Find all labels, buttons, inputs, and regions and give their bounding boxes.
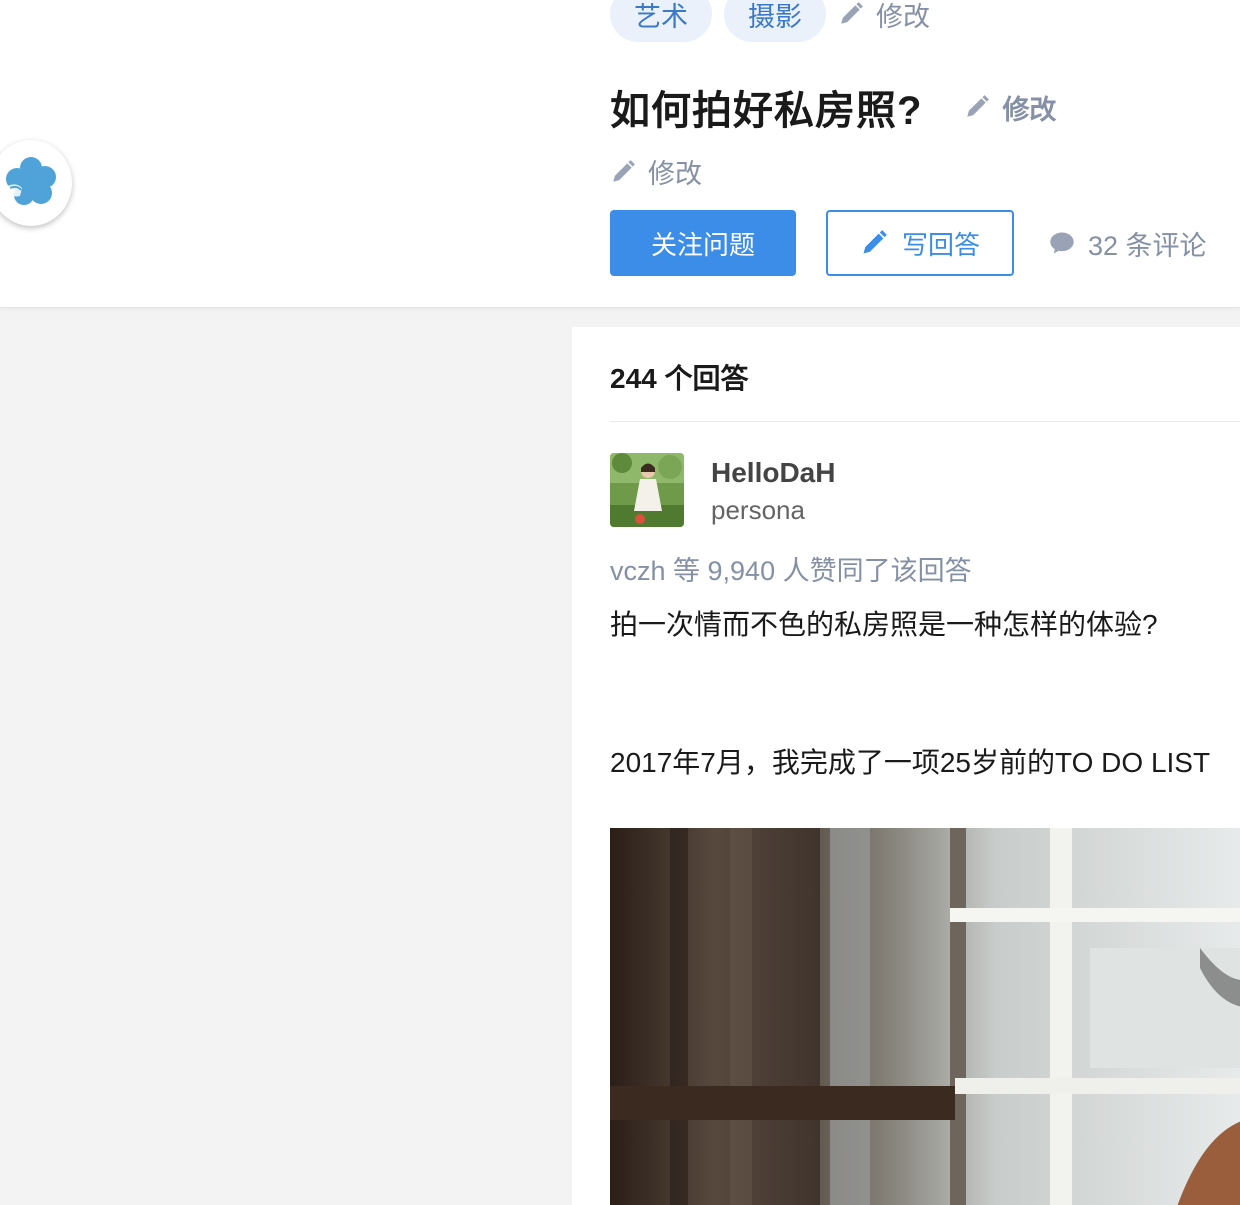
edit-detail-label: 修改 (648, 159, 702, 189)
topic-tag-photography[interactable]: 摄影 (724, 0, 826, 42)
comments-button[interactable]: 32 条评论 (1048, 224, 1207, 263)
site-logo[interactable] (0, 140, 72, 226)
edit-topics-label: 修改 (876, 1, 930, 32)
follow-question-button[interactable]: 关注问题 (610, 210, 796, 276)
write-answer-button[interactable]: 写回答 (826, 210, 1014, 276)
edit-title-label: 修改 (1002, 94, 1057, 125)
answer-photo-image (610, 828, 1240, 1205)
answer-paragraph: 2017年7月，我完成了一项25岁前的TO DO LIST (610, 747, 1211, 778)
pencil-icon (863, 230, 887, 254)
topic-list: 艺术 摄影 修改 (610, 0, 930, 42)
edit-detail-button[interactable]: 修改 (610, 152, 702, 191)
avatar-image (610, 453, 684, 527)
pencil-icon (841, 2, 863, 24)
author-name[interactable]: HelloDaH (711, 457, 835, 489)
answers-count: 244 个回答 (610, 363, 749, 394)
speech-bubble-icon (1050, 232, 1074, 254)
pencil-icon (967, 95, 990, 117)
write-answer-label: 写回答 (901, 229, 980, 260)
title-row: 如何拍好私房照? 修改 (610, 78, 1056, 136)
comments-label: 32 条评论 (1088, 230, 1207, 261)
answer-paragraph: 拍一次情而不色的私房照是一种怎样的体验? (610, 609, 1158, 640)
question-header: 艺术 摄影 修改 如何拍好私房照? 修改 修改 关注问题 写回答 32 条评论 (0, 0, 1240, 308)
flower-logo-icon (6, 157, 56, 205)
author-bio: persona (711, 495, 805, 525)
pencil-icon (613, 159, 635, 182)
edit-topics-button[interactable]: 修改 (838, 0, 930, 34)
author-avatar[interactable] (610, 453, 684, 527)
answers-card: 244 个回答 HelloDaH persona vczh 等 9,940 人赞… (572, 327, 1240, 1205)
edit-title-button[interactable]: 修改 (964, 88, 1056, 127)
answer-photo[interactable] (610, 828, 1240, 1205)
topic-tag-art[interactable]: 艺术 (610, 0, 712, 42)
voters-summary[interactable]: vczh 等 9,940 人赞同了该回答 (610, 549, 972, 588)
question-actions: 关注问题 写回答 32 条评论 (610, 210, 1207, 276)
divider (610, 421, 1240, 422)
question-title: 如何拍好私房照? (610, 89, 923, 133)
